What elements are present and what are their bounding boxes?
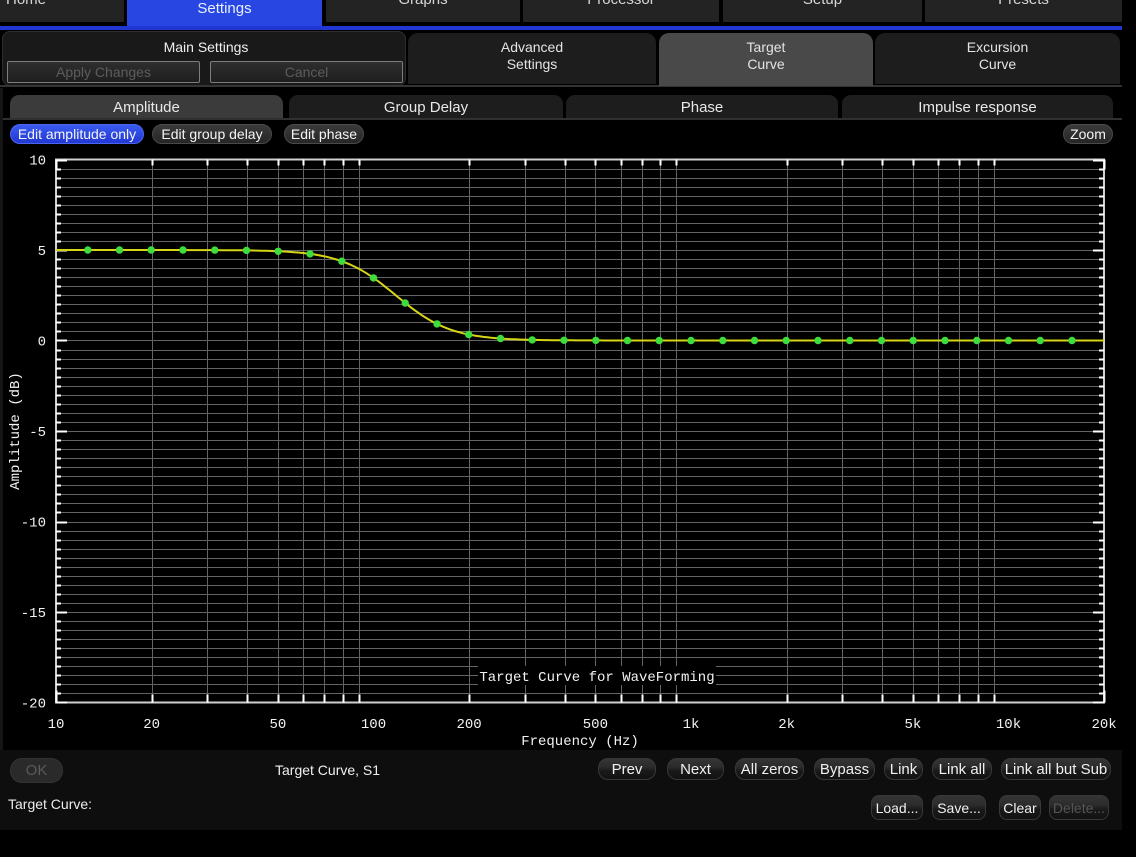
svg-text:Frequency (Hz): Frequency (Hz) [521, 734, 639, 750]
svg-text:1k: 1k [683, 717, 700, 733]
svg-text:20k: 20k [1091, 717, 1116, 733]
svg-text:5: 5 [38, 244, 46, 260]
svg-text:-10: -10 [21, 516, 46, 532]
svg-text:Target Curve for WaveForming: Target Curve for WaveForming [479, 670, 714, 686]
svg-text:100: 100 [361, 717, 386, 733]
svg-text:-15: -15 [21, 606, 46, 622]
svg-text:200: 200 [456, 717, 481, 733]
svg-text:10k: 10k [996, 717, 1021, 733]
svg-text:0: 0 [38, 335, 46, 351]
svg-text:10: 10 [29, 154, 46, 170]
svg-text:20: 20 [143, 717, 160, 733]
svg-text:50: 50 [269, 717, 286, 733]
svg-text:-5: -5 [29, 425, 46, 441]
svg-text:10: 10 [48, 717, 65, 733]
svg-text:500: 500 [583, 717, 608, 733]
svg-text:Amplitude (dB): Amplitude (dB) [8, 372, 24, 490]
svg-text:-20: -20 [21, 697, 46, 713]
svg-text:5k: 5k [904, 717, 921, 733]
svg-text:2k: 2k [778, 717, 795, 733]
